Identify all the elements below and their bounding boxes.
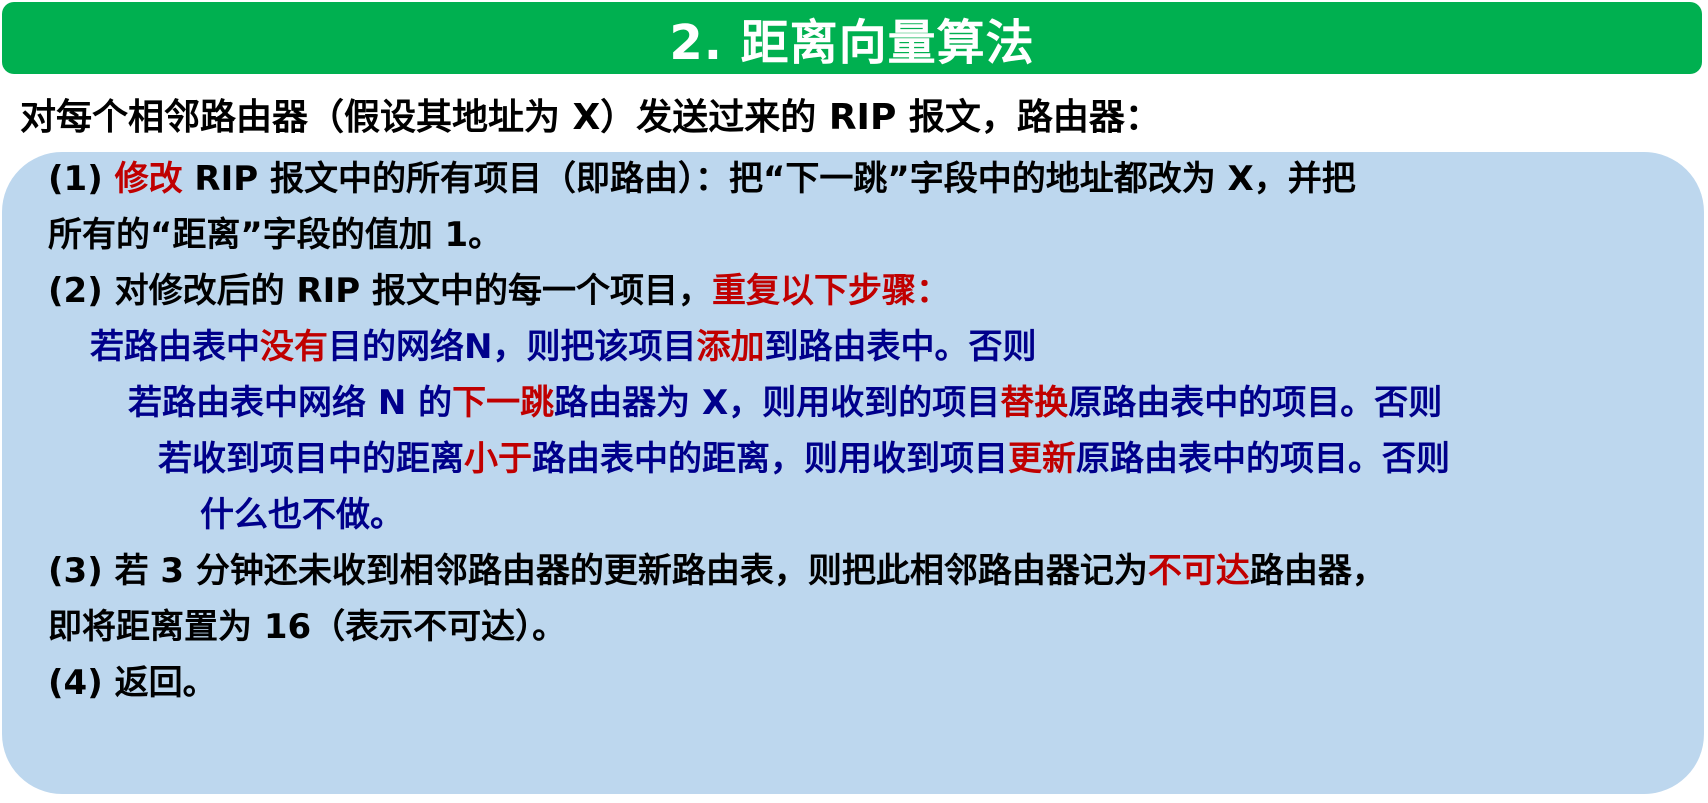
step-1-rest: RIP 报文中的所有项目（即路由）：把“下一跳”字段中的地址都改为 X，并把: [182, 159, 1356, 199]
step-2-line: (2) 对修改后的 RIP 报文中的每一个项目，重复以下步骤：: [48, 268, 950, 314]
step-2-text: (2) 对修改后的 RIP 报文中的每一个项目，: [48, 271, 712, 311]
rule-c-highlight-1: 小于: [464, 439, 532, 479]
title-bar: 2. 距离向量算法: [2, 2, 1702, 74]
step-1-prefix: (1): [48, 159, 115, 199]
rule-b-part-3: 原路由表中的项目。否则: [1068, 383, 1443, 423]
step-3-line-2: 即将距离置为 16（表示不可达）。: [48, 607, 567, 647]
rule-c-part-3: 原路由表中的项目。否则: [1076, 439, 1450, 479]
step-3-line-1: (3) 若 3 分钟还未收到相邻路由器的更新路由表，则把此相邻路由器记为不可达路…: [48, 548, 1386, 594]
rule-a-part-2: 目的网络N，则把该项目: [328, 327, 697, 367]
rule-do-nothing: 什么也不做。: [200, 495, 404, 535]
rule-c-part-1: 若收到项目中的距离: [158, 439, 464, 479]
rule-a-highlight-1: 没有: [260, 327, 328, 367]
rule-c-highlight-2: 更新: [1008, 439, 1076, 479]
rule-b-highlight-1: 下一跳: [452, 383, 555, 423]
intro-text: 对每个相邻路由器（假设其地址为 X）发送过来的 RIP 报文，路由器：: [20, 97, 1161, 138]
rule-a-part-1: 若路由表中: [90, 327, 260, 367]
rule-b-highlight-2: 替换: [1000, 383, 1069, 423]
rule-a-part-3: 到路由表中。否则: [764, 327, 1037, 367]
step-3-highlight: 不可达: [1147, 551, 1250, 591]
rule-no-entry: 若路由表中没有目的网络N，则把该项目添加到路由表中。否则: [90, 324, 1036, 370]
rule-b-part-1: 若路由表中网络 N 的: [128, 383, 453, 423]
step-1-line-1: (1) 修改 RIP 报文中的所有项目（即路由）：把“下一跳”字段中的地址都改为…: [48, 156, 1356, 202]
rule-b-part-2: 路由器为 X，则用收到的项目: [554, 383, 1001, 423]
rule-next-hop: 若路由表中网络 N 的下一跳路由器为 X，则用收到的项目替换原路由表中的项目。否…: [128, 380, 1442, 426]
step-3-part-1: (3) 若 3 分钟还未收到相邻路由器的更新路由表，则把此相邻路由器记为: [48, 551, 1148, 591]
rule-c-part-2: 路由表中的距离，则用收到项目: [532, 439, 1008, 479]
rule-a-highlight-2: 添加: [696, 327, 765, 367]
step-1-line-2: 所有的“距离”字段的值加 1。: [48, 215, 503, 255]
step-1-highlight: 修改: [114, 159, 183, 199]
rule-shorter-distance: 若收到项目中的距离小于路由表中的距离，则用收到项目更新原路由表中的项目。否则: [158, 436, 1450, 482]
step-3-part-2: 路由器，: [1249, 551, 1386, 591]
page-title: 2. 距离向量算法: [669, 15, 1035, 71]
step-2-highlight: 重复以下步骤：: [712, 271, 950, 311]
step-4-line: (4) 返回。: [48, 663, 217, 703]
